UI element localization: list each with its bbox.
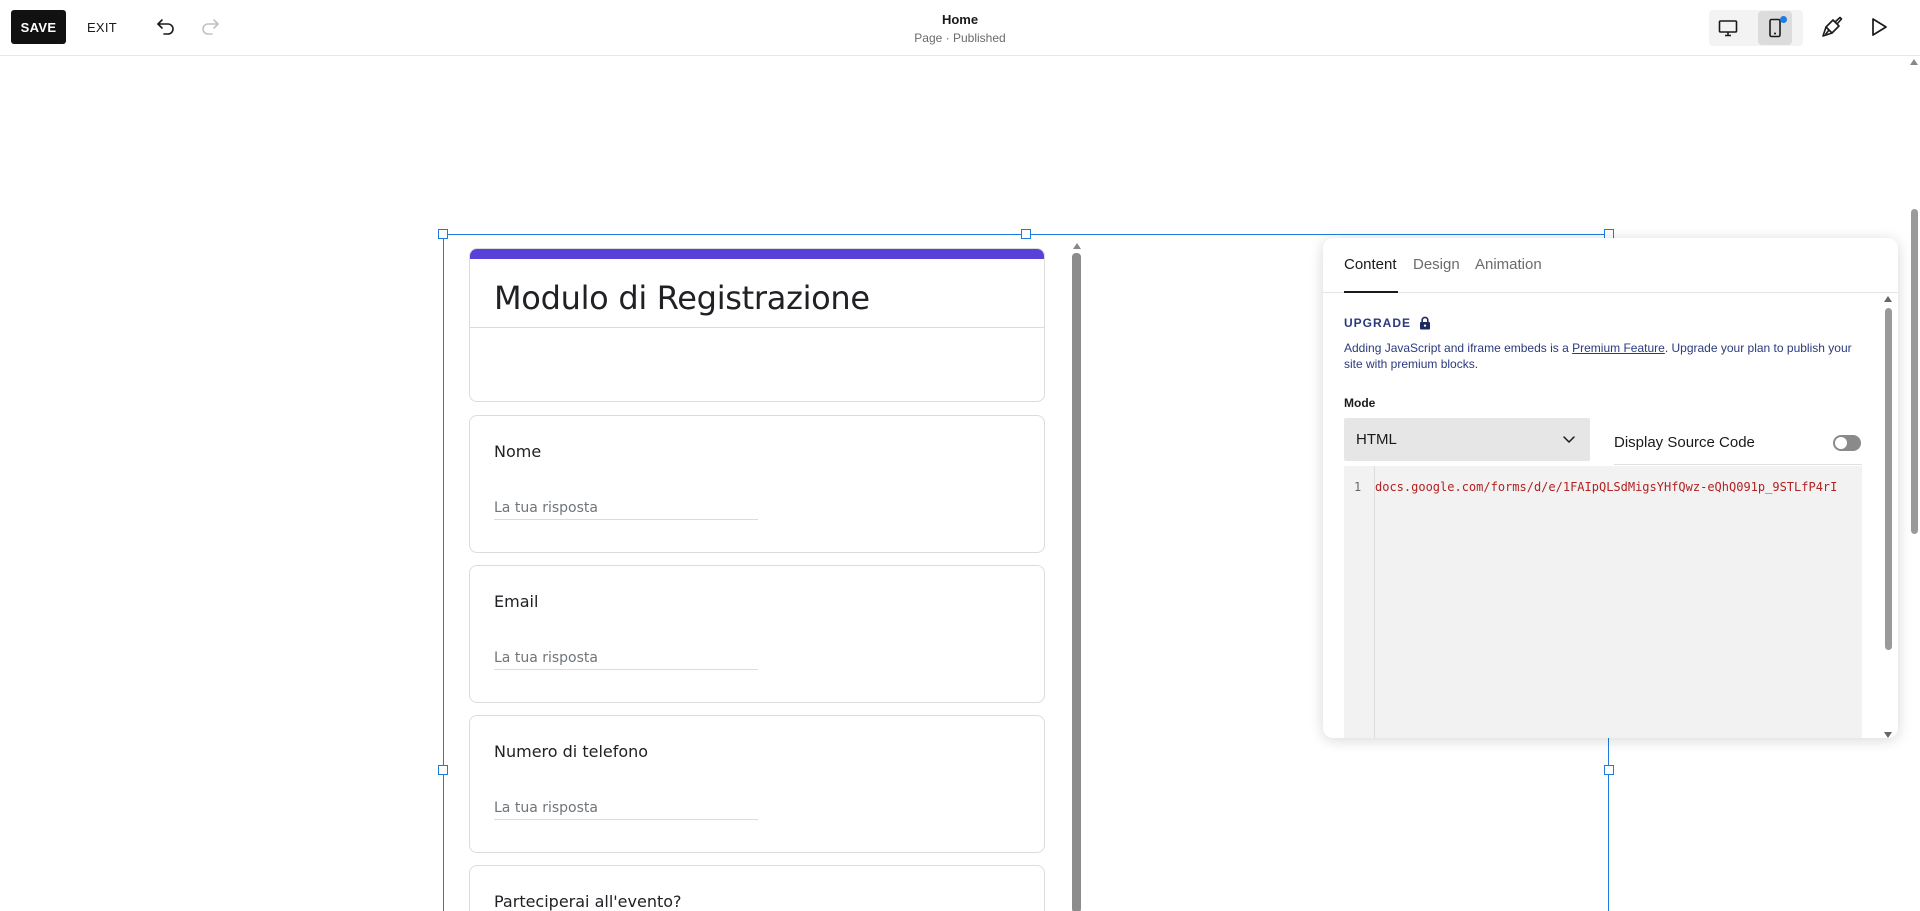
embed-scroll-thumb[interactable]	[1072, 253, 1081, 911]
page-scroll-up-arrow[interactable]	[1910, 59, 1918, 65]
redo-button[interactable]	[193, 10, 227, 44]
tab-design[interactable]: Design	[1413, 256, 1460, 273]
page-scroll-thumb[interactable]	[1911, 209, 1918, 534]
code-gutter: 1	[1344, 466, 1375, 738]
tab-animation[interactable]: Animation	[1475, 256, 1542, 273]
answer-input[interactable]	[494, 496, 758, 520]
block-editor-panel: Content Design Animation UPGRADE Adding …	[1323, 238, 1898, 738]
mobile-view-button[interactable]	[1758, 11, 1792, 45]
form-accent-bar	[470, 249, 1044, 259]
question-label: Nome	[494, 442, 542, 461]
resize-handle-right[interactable]	[1604, 765, 1614, 775]
redo-icon	[202, 19, 219, 35]
mode-dropdown[interactable]: HTML	[1344, 418, 1590, 461]
active-tab-indicator	[1344, 291, 1398, 293]
answer-input[interactable]	[494, 646, 758, 670]
answer-input[interactable]	[494, 796, 758, 820]
site-styles-button[interactable]	[1815, 10, 1849, 44]
resize-handle-top[interactable]	[1021, 229, 1031, 239]
page-scrollbar[interactable]	[1908, 57, 1920, 911]
display-source-code-toggle[interactable]	[1833, 435, 1861, 451]
embed-scrollbar[interactable]	[1072, 243, 1082, 911]
undo-button[interactable]	[149, 10, 183, 44]
form-question-card: Nome	[469, 415, 1045, 553]
preview-button[interactable]	[1862, 10, 1896, 44]
resize-handle-left[interactable]	[438, 765, 448, 775]
question-label: Parteciperai all'evento?	[494, 892, 682, 911]
panel-scrollbar[interactable]	[1882, 296, 1894, 738]
code-editor[interactable]: 1 docs.google.com/forms/d/e/1FAIpQLSdMig…	[1344, 466, 1862, 738]
upgrade-link[interactable]: UPGRADE	[1344, 316, 1411, 330]
mobile-notification-dot	[1780, 16, 1787, 23]
upgrade-description: Adding JavaScript and iframe embeds is a…	[1344, 340, 1864, 372]
panel-scroll-down-arrow[interactable]	[1884, 732, 1892, 738]
toggle-divider	[1614, 464, 1862, 465]
panel-scroll-thumb[interactable]	[1885, 308, 1892, 650]
code-line[interactable]: docs.google.com/forms/d/e/1FAIpQLSdMigsY…	[1375, 480, 1837, 494]
form-question-card: Parteciperai all'evento?	[469, 865, 1045, 911]
paint-brush-icon	[1822, 16, 1843, 37]
upgrade-row: UPGRADE	[1344, 316, 1431, 330]
desktop-view-button[interactable]	[1711, 11, 1745, 45]
play-icon	[1872, 18, 1887, 36]
form-question-card: Email	[469, 565, 1045, 703]
premium-feature-link[interactable]: Premium Feature	[1572, 341, 1665, 355]
form-title: Modulo di Registrazione	[494, 279, 870, 317]
display-source-code-label: Display Source Code	[1614, 434, 1755, 451]
embed-scroll-up-arrow[interactable]	[1073, 243, 1081, 249]
undo-icon	[157, 19, 174, 35]
question-label: Email	[494, 592, 539, 611]
question-label: Numero di telefono	[494, 742, 649, 761]
form-question-card: Numero di telefono	[469, 715, 1045, 853]
panel-scroll-up-arrow[interactable]	[1884, 296, 1892, 302]
top-toolbar: SAVE EXIT Home Page · Published	[0, 0, 1920, 56]
device-toggle	[1709, 10, 1803, 46]
mode-label: Mode	[1344, 396, 1376, 410]
form-title-divider	[470, 327, 1044, 328]
panel-tabs: Content Design Animation	[1323, 238, 1898, 293]
mode-dropdown-value: HTML	[1356, 431, 1397, 448]
upgrade-description-text: Adding JavaScript and iframe embeds is a	[1344, 341, 1573, 355]
exit-button[interactable]: EXIT	[80, 10, 124, 44]
save-button[interactable]: SAVE	[11, 10, 66, 44]
chevron-down-icon	[1563, 436, 1575, 443]
desktop-icon	[1718, 20, 1738, 37]
form-header-card: Modulo di Registrazione	[469, 248, 1045, 402]
lock-icon	[1419, 316, 1431, 330]
tab-content[interactable]: Content	[1344, 256, 1397, 273]
toggle-knob	[1835, 437, 1847, 449]
resize-handle-top-left[interactable]	[438, 229, 448, 239]
line-number: 1	[1354, 480, 1362, 494]
page-title[interactable]: Home	[860, 12, 1060, 27]
page-status: Page · Published	[914, 31, 1006, 45]
